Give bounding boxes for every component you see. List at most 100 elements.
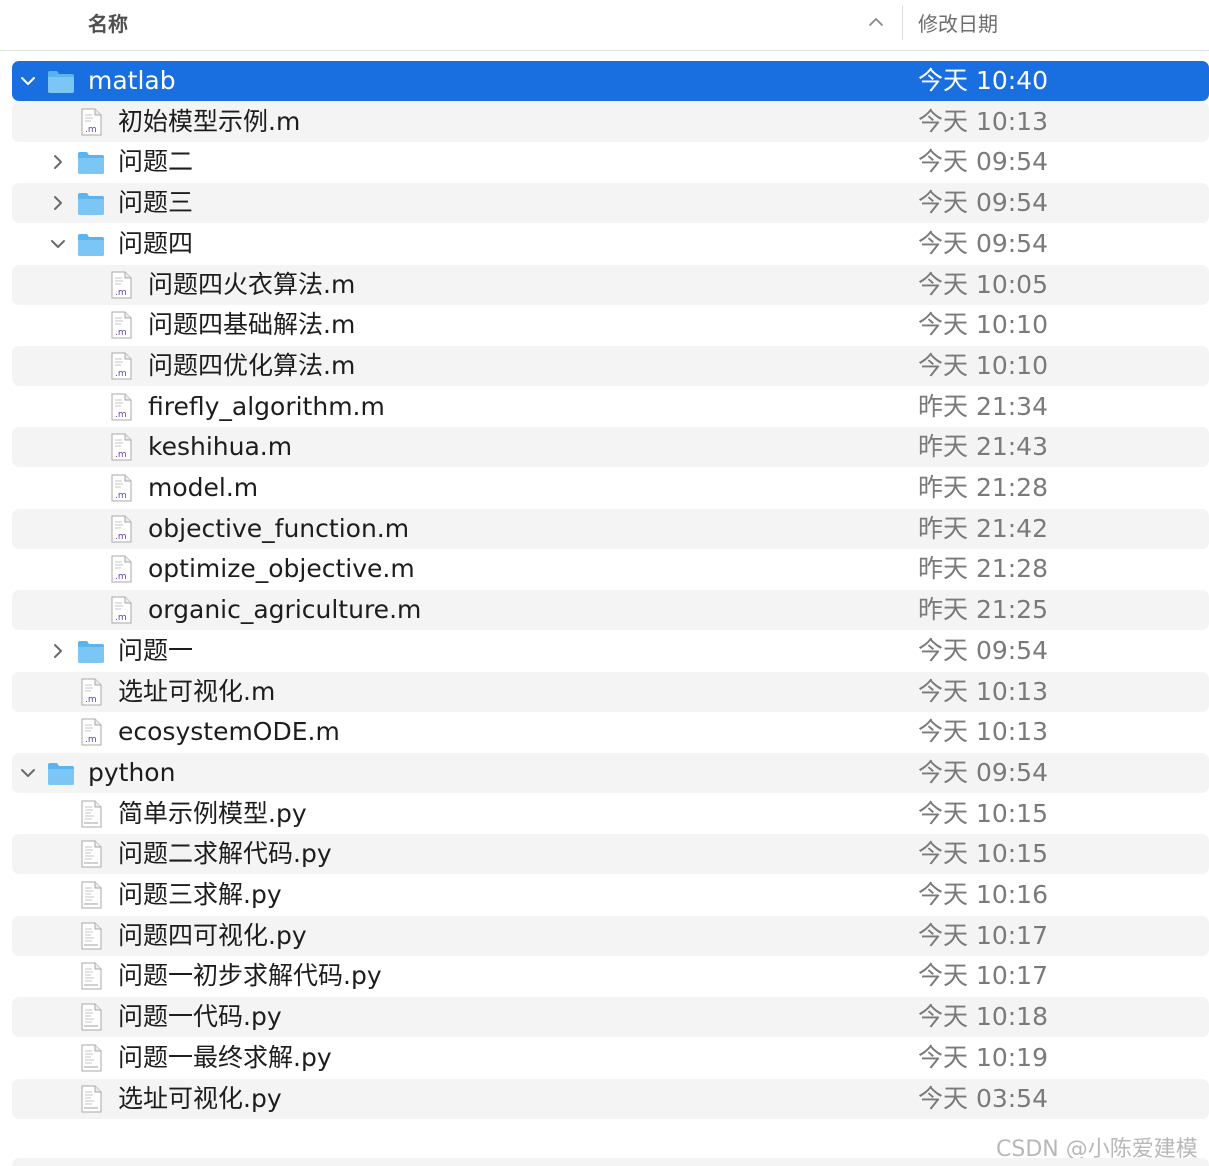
svg-text:.m: .m <box>115 288 127 298</box>
date-modified: 今天 03:54 <box>918 1084 1048 1113</box>
file-row[interactable]: 问题二求解代码.py 今天 10:15 <box>12 834 1209 874</box>
item-name: organic_agriculture.m <box>148 595 422 624</box>
file-row[interactable]: .m objective_function.m 昨天 21:42 <box>12 509 1209 549</box>
date-modified: 今天 10:10 <box>918 310 1048 339</box>
folder-icon <box>76 188 106 218</box>
svg-text:.m: .m <box>85 735 97 745</box>
column-header: 名称 修改日期 <box>0 0 1209 51</box>
date-modified: 昨天 21:28 <box>918 554 1048 583</box>
column-divider[interactable] <box>902 6 903 40</box>
date-modified: 今天 10:17 <box>918 921 1048 950</box>
item-name: 选址可视化.m <box>118 677 276 706</box>
item-name: 问题四火衣算法.m <box>148 270 356 299</box>
python-file-icon <box>76 921 106 951</box>
file-row[interactable]: .m organic_agriculture.m 昨天 21:25 <box>12 590 1209 630</box>
folder-icon <box>76 229 106 259</box>
chevron-down-icon[interactable] <box>18 763 38 783</box>
python-file-icon <box>76 1043 106 1073</box>
file-row[interactable]: .m 初始模型示例.m 今天 10:13 <box>12 102 1209 142</box>
file-row[interactable]: .m ecosystemODE.m 今天 10:13 <box>12 712 1209 752</box>
date-modified: 今天 10:15 <box>918 839 1048 868</box>
matlab-file-icon: .m <box>106 473 136 503</box>
date-modified: 昨天 21:34 <box>918 392 1048 421</box>
file-row[interactable]: 问题一最终求解.py 今天 10:19 <box>12 1038 1209 1078</box>
item-name: ecosystemODE.m <box>118 717 340 746</box>
date-modified: 今天 10:15 <box>918 799 1048 828</box>
date-modified: 今天 10:19 <box>918 1043 1048 1072</box>
chevron-down-icon[interactable] <box>48 234 68 254</box>
date-modified: 今天 10:13 <box>918 107 1048 136</box>
date-modified: 今天 10:40 <box>918 66 1048 95</box>
date-modified: 今天 09:54 <box>918 758 1048 787</box>
svg-text:.m: .m <box>115 532 127 542</box>
date-modified: 今天 09:54 <box>918 636 1048 665</box>
item-name: 问题三 <box>118 188 194 217</box>
python-file-icon <box>76 880 106 910</box>
item-name: 选址可视化.py <box>118 1084 282 1113</box>
chevron-down-icon[interactable] <box>18 71 38 91</box>
folder-row[interactable]: python 今天 09:54 <box>12 753 1209 793</box>
file-row[interactable]: .m optimize_objective.m 昨天 21:28 <box>12 549 1209 589</box>
matlab-file-icon: .m <box>76 677 106 707</box>
file-row[interactable]: .m 问题四火衣算法.m 今天 10:05 <box>12 265 1209 305</box>
date-modified-column-header[interactable]: 修改日期 <box>918 8 998 37</box>
date-modified: 今天 10:16 <box>918 880 1048 909</box>
file-row[interactable]: 问题一初步求解代码.py 今天 10:17 <box>12 956 1209 996</box>
item-name: 问题一最终求解.py <box>118 1043 332 1072</box>
file-row[interactable]: 简单示例模型.py 今天 10:15 <box>12 794 1209 834</box>
item-name: 问题三求解.py <box>118 880 282 909</box>
item-name: optimize_objective.m <box>148 554 415 583</box>
date-modified: 今天 10:17 <box>918 961 1048 990</box>
matlab-file-icon: .m <box>106 595 136 625</box>
file-row[interactable]: 问题三求解.py 今天 10:16 <box>12 875 1209 915</box>
chevron-up-icon[interactable] <box>866 12 886 32</box>
item-name: 问题一代码.py <box>118 1002 282 1031</box>
file-row[interactable]: .m 选址可视化.m 今天 10:13 <box>12 672 1209 712</box>
matlab-file-icon: .m <box>106 392 136 422</box>
svg-text:.m: .m <box>115 450 127 460</box>
item-name: 初始模型示例.m <box>118 107 301 136</box>
file-row[interactable]: .m 问题四优化算法.m 今天 10:10 <box>12 346 1209 386</box>
folder-row[interactable]: 问题二 今天 09:54 <box>12 142 1209 182</box>
file-row[interactable]: .m 问题四基础解法.m 今天 10:10 <box>12 305 1209 345</box>
file-row[interactable]: .m keshihua.m 昨天 21:43 <box>12 427 1209 467</box>
python-file-icon <box>76 1084 106 1114</box>
chevron-right-icon[interactable] <box>48 641 68 661</box>
item-name: objective_function.m <box>148 514 410 543</box>
item-name: keshihua.m <box>148 432 293 461</box>
matlab-file-icon: .m <box>106 554 136 584</box>
folder-row[interactable]: matlab 今天 10:40 <box>12 61 1209 101</box>
matlab-file-icon: .m <box>106 432 136 462</box>
folder-row[interactable]: 问题一 今天 09:54 <box>12 631 1209 671</box>
date-modified: 今天 10:13 <box>918 677 1048 706</box>
matlab-file-icon: .m <box>106 514 136 544</box>
file-row[interactable]: .m firefly_algorithm.m 昨天 21:34 <box>12 387 1209 427</box>
folder-icon <box>46 758 76 788</box>
date-modified: 今天 10:18 <box>918 1002 1048 1031</box>
svg-text:.m: .m <box>85 695 97 705</box>
name-column-header[interactable]: 名称 <box>88 8 128 37</box>
date-modified: 昨天 21:28 <box>918 473 1048 502</box>
item-name: 问题一初步求解代码.py <box>118 961 382 990</box>
file-row[interactable]: 选址可视化.py 今天 03:54 <box>12 1079 1209 1119</box>
python-file-icon <box>76 961 106 991</box>
folder-row[interactable]: 问题四 今天 09:54 <box>12 224 1209 264</box>
folder-row[interactable]: 问题三 今天 09:54 <box>12 183 1209 223</box>
date-modified: 今天 10:13 <box>918 717 1048 746</box>
date-modified: 昨天 21:42 <box>918 514 1048 543</box>
date-modified: 昨天 21:43 <box>918 432 1048 461</box>
python-file-icon <box>76 839 106 869</box>
chevron-right-icon[interactable] <box>48 193 68 213</box>
matlab-file-icon: .m <box>106 270 136 300</box>
svg-text:.m: .m <box>115 328 127 338</box>
matlab-file-icon: .m <box>76 107 106 137</box>
svg-text:.m: .m <box>115 410 127 420</box>
file-row[interactable]: .m model.m 昨天 21:28 <box>12 468 1209 508</box>
item-name: 问题四优化算法.m <box>148 351 356 380</box>
file-row[interactable]: 问题一代码.py 今天 10:18 <box>12 997 1209 1037</box>
item-name: 问题四可视化.py <box>118 921 307 950</box>
file-row[interactable]: 问题四可视化.py 今天 10:17 <box>12 916 1209 956</box>
date-modified: 今天 10:10 <box>918 351 1048 380</box>
chevron-right-icon[interactable] <box>48 152 68 172</box>
date-modified: 今天 09:54 <box>918 188 1048 217</box>
